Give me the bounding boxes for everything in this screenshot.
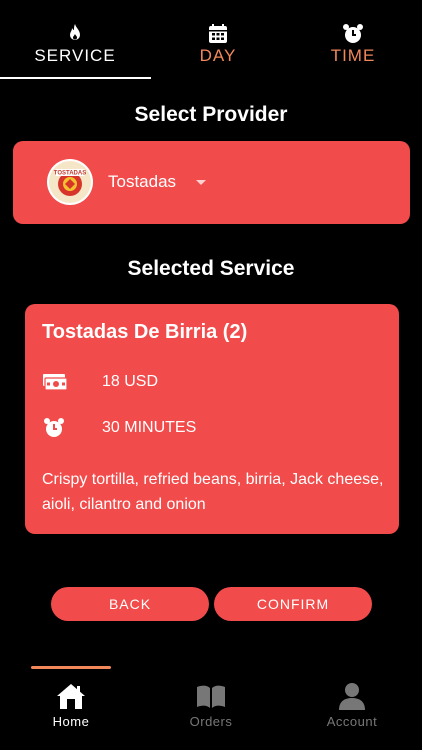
select-provider-title: Select Provider	[134, 103, 288, 126]
calendar-icon	[209, 24, 227, 43]
top-tab-bar: SERVICE DAY TIME	[0, 0, 422, 80]
provider-logo: TOSTADAS	[47, 159, 93, 205]
nav-orders-label: Orders	[189, 714, 233, 729]
service-description: Crispy tortilla, refried beans, birria, …	[42, 471, 384, 513]
provider-selector[interactable]: TOSTADAS Tostadas	[13, 141, 410, 224]
duration-value: 30 MINUTES	[102, 419, 197, 436]
nav-home-label: Home	[52, 714, 90, 729]
back-button[interactable]: BACK	[51, 587, 209, 621]
active-tab-indicator	[0, 77, 151, 79]
alarm-clock-icon	[44, 418, 64, 437]
tab-service[interactable]: SERVICE	[0, 0, 150, 80]
chevron-down-icon	[196, 180, 206, 185]
tab-day-label: DAY	[199, 46, 237, 65]
user-icon	[339, 683, 365, 710]
service-card: Tostadas De Birria (2) 18 USD 30 MINUTES…	[25, 304, 399, 534]
tab-time[interactable]: TIME	[278, 0, 422, 80]
tab-time-label: TIME	[330, 46, 376, 65]
book-icon	[197, 685, 225, 708]
tab-service-label: SERVICE	[34, 46, 116, 65]
money-icon	[43, 374, 68, 391]
service-name: Tostadas De Birria (2)	[42, 321, 248, 343]
provider-name: Tostadas	[108, 172, 177, 191]
nav-account[interactable]: Account	[292, 665, 412, 750]
nav-orders[interactable]: Orders	[151, 665, 271, 750]
provider-logo-text: TOSTADAS	[54, 171, 86, 177]
bottom-nav: Home Orders Account	[0, 665, 422, 750]
nav-home[interactable]: Home	[11, 665, 131, 750]
confirm-button[interactable]: CONFIRM	[214, 587, 372, 621]
selected-service-title: Selected Service	[127, 257, 295, 280]
tab-day[interactable]: DAY	[143, 0, 293, 80]
home-icon	[57, 684, 85, 709]
alarm-clock-icon	[343, 24, 363, 43]
price-value: 18 USD	[102, 373, 159, 390]
flame-icon	[70, 24, 80, 40]
nav-account-label: Account	[326, 714, 378, 729]
